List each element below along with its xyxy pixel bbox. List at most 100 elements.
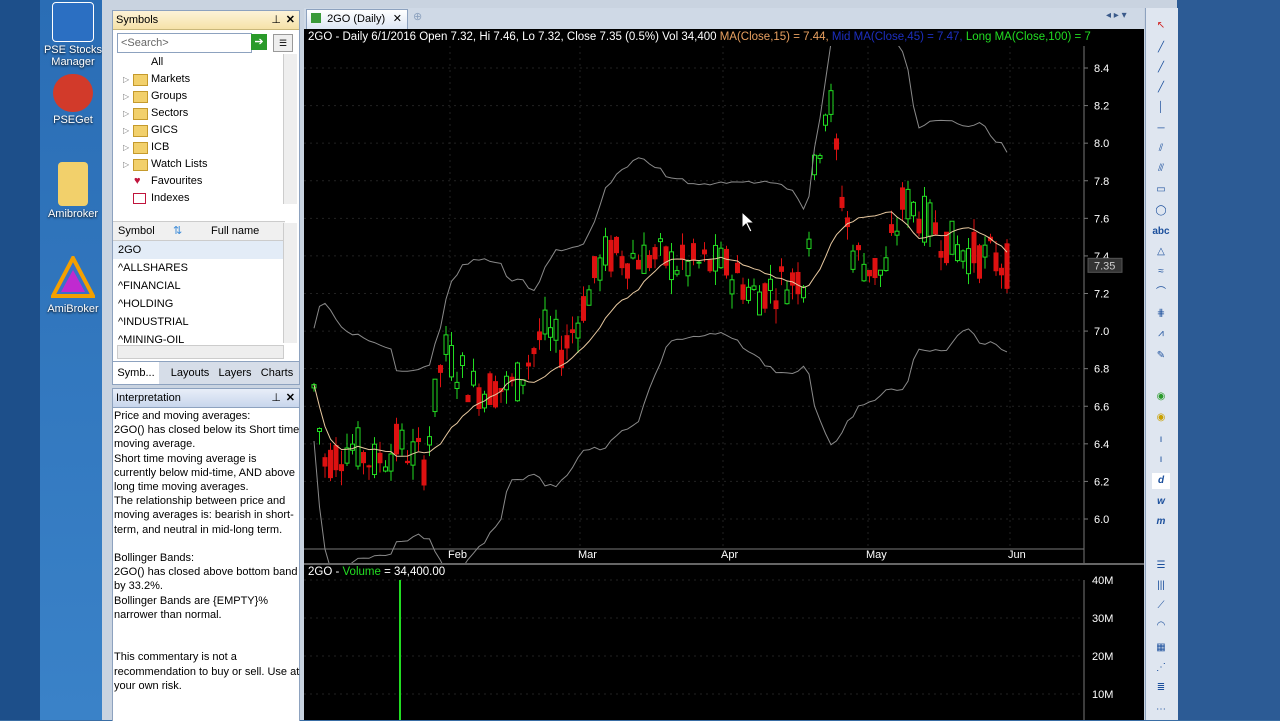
pseget-shortcut[interactable]: PSEGet (42, 74, 104, 126)
tree-item-gics[interactable]: ▷ GICS (113, 122, 285, 139)
price-chart[interactable]: 8.48.28.07.87.67.47.27.06.86.66.46.26.0F… (304, 46, 1144, 563)
candle-body (795, 271, 801, 295)
expand-icon[interactable]: ▷ (123, 156, 129, 173)
zigzag-tool-icon[interactable]: ≈ (1152, 264, 1170, 280)
channel-tool-icon[interactable]: ⫽ (1152, 141, 1170, 157)
tree-item-groups[interactable]: ▷ Groups (113, 88, 285, 105)
candle-body (905, 188, 911, 220)
list-tool-icon[interactable]: ☰ (1152, 558, 1170, 574)
tree-item-indexes[interactable]: Indexes (113, 190, 285, 207)
extended-line-tool-icon[interactable]: ╱ (1152, 80, 1170, 96)
vertical-line-tool-icon[interactable]: │ (1152, 100, 1170, 116)
close-icon[interactable]: ✕ (286, 389, 295, 407)
tab-nav-arrows[interactable]: ◂ ▸ ▾ (1106, 10, 1127, 21)
rectangle-tool-icon[interactable]: ▭ (1152, 182, 1170, 198)
circle-yellow-tool-icon[interactable]: ◉ (1152, 410, 1170, 426)
expand-icon[interactable]: ▷ (123, 122, 129, 139)
symbol-search-input[interactable]: <Search> (117, 33, 252, 53)
tab-symbols[interactable]: Symb... (113, 362, 159, 384)
symbol-row[interactable]: ^HOLDING (113, 295, 283, 313)
candle-body (465, 395, 471, 403)
text-tool-icon[interactable]: abc (1152, 224, 1170, 240)
ellipse-tool-icon[interactable]: ◯ (1152, 203, 1170, 219)
candle-body (432, 378, 438, 413)
sort-icon[interactable]: ⇅ (173, 222, 182, 240)
candle-body (779, 266, 784, 272)
arcs-tool-icon[interactable]: ◠ (1152, 618, 1170, 634)
candle-body (861, 263, 867, 282)
candle-body (570, 329, 575, 334)
horizontal-scrollbar[interactable] (117, 345, 284, 359)
select-arrow-tool-icon[interactable]: ↖ (1152, 18, 1170, 34)
tree-item-icb[interactable]: ▷ ICB (113, 139, 285, 156)
bars-tool-icon[interactable]: ||| (1152, 578, 1170, 594)
circle-green-tool-icon[interactable]: ◉ (1152, 389, 1170, 405)
triangle-tool-icon[interactable]: △ (1152, 244, 1170, 260)
candle-body (817, 155, 823, 159)
candle-body (537, 331, 542, 341)
info-tool-icon[interactable]: ı (1152, 432, 1170, 448)
symbols-panel-title: Symbols ⊥ ✕ (113, 11, 299, 30)
arc-tool-icon[interactable]: ⌒ (1152, 285, 1170, 301)
candle-body (515, 362, 520, 402)
grid-tool-icon[interactable]: ▦ (1152, 640, 1170, 656)
more-tool-icon[interactable]: ⋯ (1152, 702, 1170, 718)
pitchfork-tool-icon[interactable]: ⫻ (1152, 161, 1170, 177)
pin-icon[interactable]: ⊥ (271, 11, 281, 29)
desktop-icon-label: AmiBroker (47, 303, 99, 315)
symbol-row[interactable]: ^ALLSHARES (113, 259, 283, 277)
column-fullname[interactable]: Full name (211, 222, 259, 240)
candle-body (977, 245, 982, 279)
fibonacci-tool-icon[interactable]: ⋕ (1152, 306, 1170, 322)
candle-body (982, 244, 988, 258)
chart-tab-label: 2GO (Daily) (327, 13, 386, 25)
monthly-tool-icon[interactable]: m (1152, 514, 1170, 530)
symbol-list-scrollbar[interactable] (283, 223, 297, 343)
column-symbol[interactable]: Symbol (118, 222, 155, 240)
tree-item-markets[interactable]: ▷ Markets (113, 71, 285, 88)
candle-body (377, 452, 383, 464)
tree-item-watch-lists[interactable]: ▷ Watch Lists (113, 156, 285, 173)
candle-body (443, 334, 449, 355)
expand-icon[interactable]: ▷ (123, 139, 129, 156)
gann-tool-icon[interactable]: ⟋ (1152, 598, 1170, 614)
horizontal-line-tool-icon[interactable]: ─ (1152, 121, 1170, 137)
list-menu-icon[interactable]: ☰ (273, 34, 293, 52)
pen-tool-icon[interactable]: ✎ (1152, 348, 1170, 364)
tree-item-sectors[interactable]: ▷ Sectors (113, 105, 285, 122)
expand-icon[interactable]: ▷ (123, 88, 129, 105)
fan-tool-icon[interactable]: ⋰ (1152, 660, 1170, 676)
tab-layouts[interactable]: Layouts (167, 362, 213, 384)
symbol-row[interactable]: 2GO (113, 241, 283, 259)
tree-scrollbar[interactable] (283, 54, 297, 204)
tab-layers[interactable]: Layers (215, 362, 255, 384)
expand-icon[interactable]: ▷ (123, 71, 129, 88)
line-tool-icon[interactable]: ╱ (1152, 40, 1170, 56)
expand-icon[interactable]: ▷ (123, 105, 129, 122)
close-icon[interactable]: ✕ (286, 11, 295, 29)
retracement-tool-icon[interactable]: ≣ (1152, 680, 1170, 696)
volume-chart[interactable]: 40M 30M 20M 10M (304, 565, 1144, 720)
amibroker-shortcut[interactable]: AmiBroker (42, 253, 104, 315)
folder-icon (133, 142, 148, 154)
chart-tab[interactable]: 2GO (Daily) ✕ (306, 9, 408, 29)
pse-stocks-manager-shortcut[interactable]: PSE Stocks Manager (42, 2, 104, 68)
candle-body (619, 256, 625, 269)
x-tick-label: Apr (721, 549, 738, 561)
go-arrow-icon[interactable]: ➔ (251, 34, 267, 50)
amibroker-folder-shortcut[interactable]: Amibroker (42, 162, 104, 220)
italic-tool-icon[interactable]: ı (1152, 452, 1170, 468)
candle-body (625, 263, 630, 279)
tab-charts[interactable]: Charts (257, 362, 297, 384)
pin-icon[interactable]: ⊥ (271, 389, 281, 407)
new-tab-icon[interactable]: ⊕ (413, 10, 422, 23)
symbol-row[interactable]: ^INDUSTRIAL (113, 313, 283, 331)
tree-item-all[interactable]: All (113, 54, 285, 71)
weekly-tool-icon[interactable]: w (1152, 494, 1170, 510)
tab-close-icon[interactable]: ✕ (393, 10, 402, 29)
daily-tool-icon[interactable]: d (1152, 473, 1170, 489)
trend-tool-icon[interactable]: ⩘ (1152, 326, 1170, 342)
symbol-row[interactable]: ^FINANCIAL (113, 277, 283, 295)
ray-tool-icon[interactable]: ╱ (1152, 60, 1170, 76)
tree-item-favourites[interactable]: ♥ Favourites (113, 173, 285, 190)
